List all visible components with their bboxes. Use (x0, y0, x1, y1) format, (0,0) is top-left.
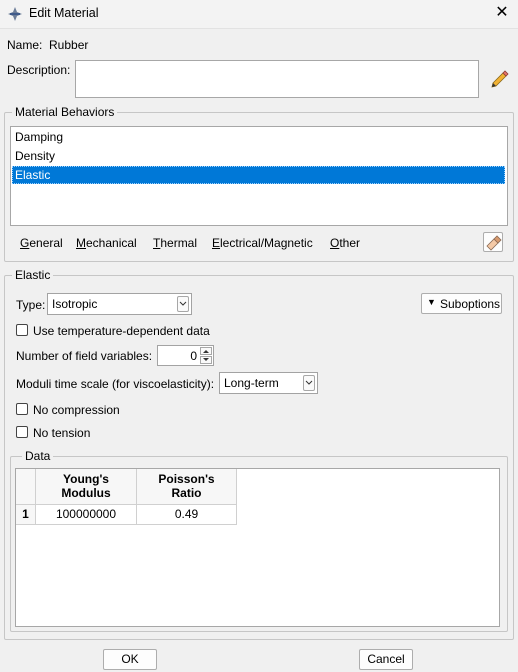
temp-dependent-checkbox[interactable] (16, 324, 28, 336)
suboptions-button[interactable]: ▼ Suboptions (421, 293, 502, 314)
list-item-label: Density (15, 149, 56, 163)
type-select[interactable]: Isotropic (47, 293, 192, 315)
window-title: Edit Material (29, 6, 99, 20)
pencil-icon[interactable] (489, 68, 509, 88)
list-item-label: Damping (15, 130, 64, 144)
no-tension-checkbox[interactable] (16, 426, 28, 438)
spin-down-icon[interactable] (200, 356, 212, 364)
description-label: Description: (7, 63, 71, 77)
spin-up-icon[interactable] (200, 347, 212, 355)
elastic-title: Elastic (12, 268, 54, 282)
column-header-youngs-modulus[interactable]: Young's Modulus (36, 469, 137, 505)
no-compression-checkbox[interactable] (16, 403, 28, 415)
no-compression-label: No compression (33, 403, 120, 417)
eraser-icon (486, 235, 502, 251)
abaqus-material-icon (8, 7, 22, 21)
description-field[interactable] (75, 60, 479, 98)
menu-electrical-magnetic[interactable]: Electrical/Magnetic (212, 236, 313, 250)
moduli-time-scale-value: Long-term (224, 376, 279, 390)
name-value: Rubber (49, 38, 89, 52)
list-item-selected[interactable]: Elastic (12, 166, 505, 184)
behaviors-list[interactable]: Damping Density Elastic (10, 126, 508, 226)
material-behaviors-title: Material Behaviors (12, 105, 118, 119)
caret-down-icon: ▼ (427, 297, 436, 307)
table-cell[interactable]: 100000000 (36, 505, 137, 525)
row-header: 1 (16, 505, 36, 525)
table-corner (16, 469, 36, 505)
ok-button[interactable]: OK (103, 649, 157, 670)
name-label: Name: (7, 38, 43, 52)
cancel-button[interactable]: Cancel (359, 649, 413, 670)
menu-general[interactable]: General (20, 236, 63, 250)
chevron-down-icon (177, 296, 189, 312)
moduli-time-scale-select[interactable]: Long-term (219, 372, 318, 394)
field-variables-label: Number of field variables: (16, 349, 153, 363)
chevron-down-icon (303, 375, 315, 391)
temp-dependent-label: Use temperature-dependent data (33, 324, 210, 338)
menu-mechanical[interactable]: Mechanical (76, 236, 137, 250)
field-variables-spinner[interactable]: 0 (157, 345, 214, 366)
field-variables-value: 0 (190, 349, 197, 363)
data-table[interactable]: Young's Modulus Poisson's Ratio 1 100000… (15, 468, 500, 627)
table-cell[interactable]: 0.49 (137, 505, 237, 525)
data-title: Data (22, 449, 54, 463)
list-item[interactable]: Damping (12, 128, 505, 146)
suboptions-label: Suboptions (440, 297, 501, 311)
no-tension-label: No tension (33, 426, 91, 440)
column-header-poissons-ratio[interactable]: Poisson's Ratio (137, 469, 237, 505)
type-value: Isotropic (52, 297, 98, 311)
close-icon[interactable]: ✕ (494, 4, 510, 22)
menu-thermal[interactable]: Thermal (153, 236, 197, 250)
menu-other[interactable]: Other (330, 236, 360, 250)
delete-behavior-button[interactable] (483, 232, 503, 252)
type-label: Type: (16, 298, 46, 312)
moduli-time-scale-label: Moduli time scale (for viscoelasticity): (16, 377, 215, 391)
list-item-label: Elastic (15, 168, 51, 182)
list-item[interactable]: Density (12, 147, 505, 165)
